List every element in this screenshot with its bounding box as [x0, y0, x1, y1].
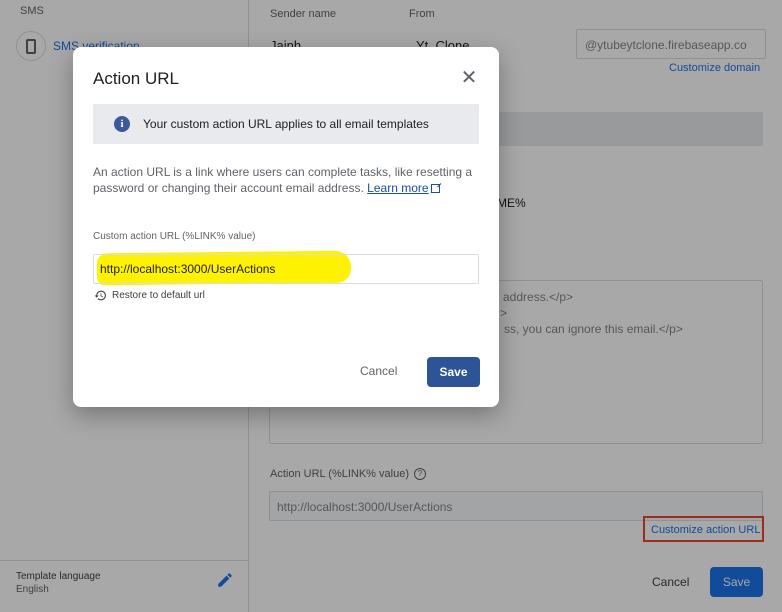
info-icon: i [114, 116, 130, 132]
external-link-icon [430, 184, 440, 193]
dialog-description: An action URL is a link where users can … [93, 164, 479, 196]
restore-label: Restore to default url [112, 290, 205, 301]
dialog-cancel-button[interactable]: Cancel [360, 364, 397, 378]
info-banner: i Your custom action URL applies to all … [93, 104, 479, 144]
action-url-dialog: Action URL ✕ i Your custom action URL ap… [73, 47, 499, 407]
dialog-title: Action URL [93, 69, 179, 88]
learn-more-link[interactable]: Learn more [367, 181, 428, 195]
dialog-save-button[interactable]: Save [427, 357, 480, 387]
close-icon[interactable]: ✕ [457, 67, 481, 91]
custom-action-url-input[interactable] [93, 254, 479, 284]
custom-action-url-label: Custom action URL (%LINK% value) [93, 231, 256, 242]
info-banner-text: Your custom action URL applies to all em… [143, 117, 429, 131]
restore-default-url-button[interactable]: Restore to default url [94, 289, 205, 302]
history-icon [94, 290, 106, 301]
